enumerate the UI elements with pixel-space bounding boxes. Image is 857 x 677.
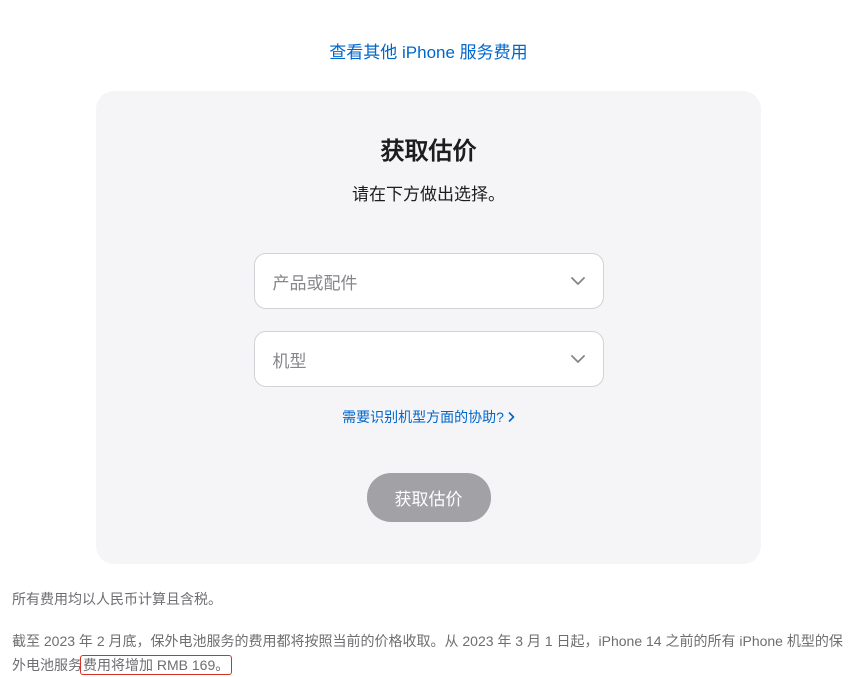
identify-model-help-link[interactable]: 需要识别机型方面的协助? xyxy=(342,407,515,427)
chevron-down-icon xyxy=(571,355,585,363)
chevron-right-icon xyxy=(508,412,515,422)
card-title: 获取估价 xyxy=(146,131,711,166)
model-select-placeholder: 机型 xyxy=(273,347,307,372)
submit-row: 获取估价 xyxy=(146,473,711,522)
product-select-placeholder: 产品或配件 xyxy=(273,269,358,294)
product-select-wrapper: 产品或配件 xyxy=(254,253,604,309)
top-link-container: 查看其他 iPhone 服务费用 xyxy=(0,0,857,91)
get-estimate-button[interactable]: 获取估价 xyxy=(367,473,491,522)
price-increase-highlight: 费用将增加 RMB 169。 xyxy=(80,655,232,675)
chevron-down-icon xyxy=(571,277,585,285)
card-subtitle: 请在下方做出选择。 xyxy=(146,180,711,205)
product-select[interactable]: 产品或配件 xyxy=(254,253,604,309)
footer-line-1: 所有费用均以人民币计算且含税。 xyxy=(12,588,845,612)
model-select[interactable]: 机型 xyxy=(254,331,604,387)
help-link-label: 需要识别机型方面的协助? xyxy=(342,407,504,427)
footer-line-2: 截至 2023 年 2 月底，保外电池服务的费用都将按照当前的价格收取。从 20… xyxy=(12,630,845,677)
model-select-wrapper: 机型 xyxy=(254,331,604,387)
estimate-card: 获取估价 请在下方做出选择。 产品或配件 机型 需要识别机型方面的协助? xyxy=(96,91,761,564)
other-services-link[interactable]: 查看其他 iPhone 服务费用 xyxy=(329,43,527,62)
footer-text: 所有费用均以人民币计算且含税。 截至 2023 年 2 月底，保外电池服务的费用… xyxy=(0,564,857,677)
